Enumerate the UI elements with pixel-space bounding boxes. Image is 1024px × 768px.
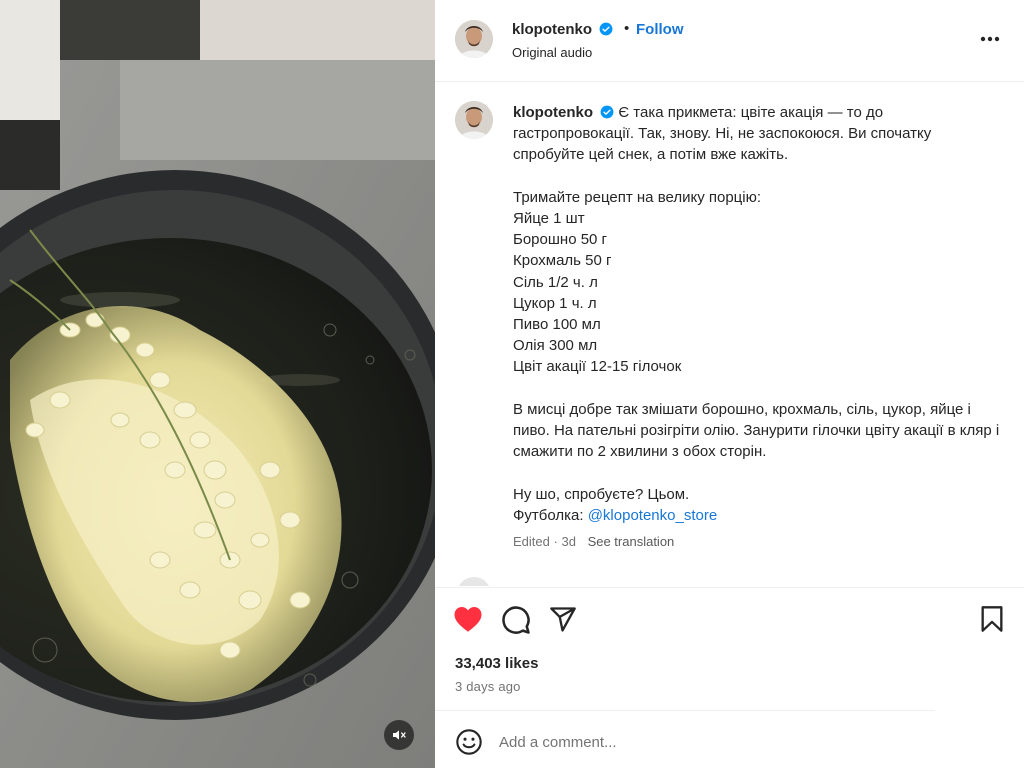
caption-age[interactable]: 3d bbox=[561, 534, 575, 549]
ingredient-line: Цвіт акації 12-15 гілочок bbox=[513, 358, 682, 376]
recipe-heading: Тримайте рецепт на велику порцію: bbox=[513, 188, 762, 206]
post-actions-section: 33,403 likes 3 days ago bbox=[435, 587, 1024, 765]
comment-bubble-icon[interactable] bbox=[501, 605, 531, 635]
post-timestamp[interactable]: 3 days ago bbox=[455, 679, 521, 694]
ingredient-line: Яйце 1 шт bbox=[513, 210, 585, 227]
author-photo bbox=[455, 101, 493, 139]
ingredient-line: Борошно 50 г bbox=[513, 231, 608, 249]
ingredient-line: Пиво 100 мл bbox=[513, 316, 601, 334]
post-media[interactable] bbox=[0, 0, 435, 768]
caption-outro: Ну шо, спробуєте? Цьом. bbox=[513, 485, 690, 503]
ingredient-line: Сіль 1/2 ч. л bbox=[513, 273, 598, 291]
caption-username[interactable]: klopotenko bbox=[513, 104, 593, 121]
add-comment-input[interactable] bbox=[499, 728, 979, 756]
more-horizontal-icon[interactable] bbox=[978, 29, 1002, 49]
likes-count[interactable]: 33,403 likes bbox=[455, 655, 538, 672]
shirt-label: Футболка: bbox=[513, 506, 588, 524]
verified-badge-icon bbox=[600, 105, 614, 119]
comment-divider bbox=[435, 710, 935, 711]
ingredient-line: Крохмаль 50 г bbox=[513, 252, 612, 270]
heart-icon[interactable] bbox=[453, 605, 483, 633]
author-avatar[interactable] bbox=[455, 20, 493, 58]
bookmark-icon[interactable] bbox=[980, 605, 1004, 633]
edited-label: Edited bbox=[513, 534, 550, 549]
see-translation-button[interactable]: See translation bbox=[588, 534, 675, 549]
ingredient-line: Олія 300 мл bbox=[513, 337, 598, 355]
post-details-panel: klopotenko • Follow Original audio klopo… bbox=[435, 0, 1024, 768]
partial-next-comment bbox=[459, 577, 489, 586]
comments-scroll-area[interactable]: klopotenko Є така прикмета: цвіте акація… bbox=[435, 83, 1024, 586]
author-username-link[interactable]: klopotenko bbox=[512, 21, 613, 38]
emoji-icon[interactable] bbox=[455, 728, 483, 756]
paper-plane-icon[interactable] bbox=[549, 605, 577, 633]
follow-button[interactable]: Follow bbox=[636, 21, 684, 38]
caption-author-avatar[interactable] bbox=[455, 101, 493, 139]
post-caption: klopotenko Є така прикмета: цвіте акація… bbox=[513, 102, 1003, 526]
speaker-muted-icon bbox=[393, 730, 406, 740]
audio-label-link[interactable]: Original audio bbox=[512, 45, 592, 60]
meta-separator: · bbox=[553, 534, 558, 549]
mute-toggle-button[interactable] bbox=[384, 720, 414, 750]
store-mention-link[interactable]: @klopotenko_store bbox=[588, 507, 717, 524]
post-header: klopotenko • Follow Original audio bbox=[435, 0, 1024, 82]
caption-meta: Edited · 3d See translation bbox=[513, 534, 674, 549]
recipe-instructions: В мисці добре так змішати борошно, крохм… bbox=[513, 400, 1000, 461]
author-username: klopotenko bbox=[512, 21, 593, 38]
verified-badge-icon bbox=[599, 22, 613, 36]
ingredient-line: Цукор 1 ч. л bbox=[513, 294, 597, 312]
frying-pan-video-frame bbox=[0, 0, 435, 768]
header-separator: • bbox=[624, 20, 630, 37]
author-photo bbox=[455, 20, 493, 58]
